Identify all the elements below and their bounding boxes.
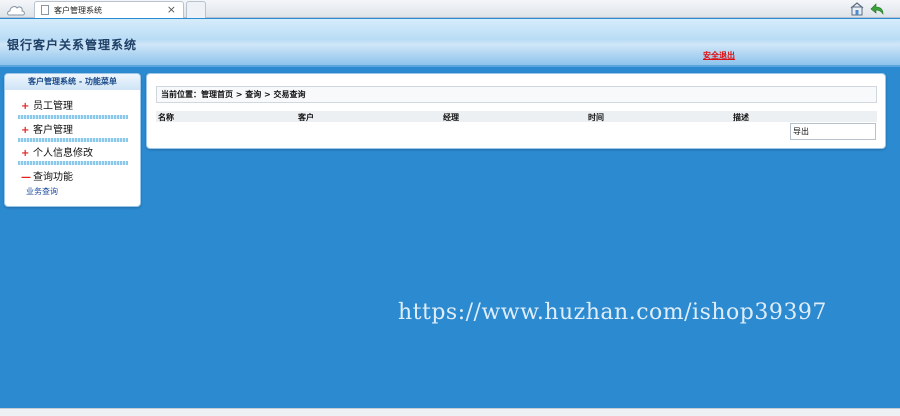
browser-tab[interactable]: 客户管理系统 × (34, 1, 184, 18)
submenu-item-business-query[interactable]: 业务查询 (26, 186, 58, 197)
column-header-name: 名称 (158, 113, 174, 122)
home-icon[interactable] (6, 2, 26, 16)
home-page-icon[interactable] (850, 2, 864, 16)
logout-link[interactable]: 安全退出 (703, 50, 735, 61)
system-header: 银行客户关系管理系统 安全退出 (0, 19, 900, 67)
collapse-icon: — (21, 172, 31, 183)
menu-item-profile[interactable]: + 个人信息修改 (21, 144, 93, 159)
export-button[interactable]: 导出 (790, 123, 876, 140)
expand-icon: + (21, 125, 30, 136)
table-header: 名称 客户 经理 时间 描述 (156, 111, 877, 122)
watermark: https://www.huzhan.com/ishop39397 (398, 300, 827, 325)
menu-divider (18, 161, 128, 165)
browser-status-bar (0, 408, 900, 416)
menu-item-query[interactable]: — 查询功能 (21, 168, 73, 183)
back-arrow-icon[interactable] (870, 2, 884, 16)
menu-divider (18, 138, 128, 142)
column-header-time: 时间 (588, 113, 604, 122)
menu-item-label: 员工管理 (33, 101, 73, 112)
expand-icon: + (21, 148, 30, 159)
browser-tab-strip: 客户管理系统 × (0, 0, 900, 18)
system-title: 银行客户关系管理系统 (7, 38, 138, 52)
menu-title: 客户管理系统 - 功能菜单 (5, 74, 140, 90)
close-icon[interactable]: × (167, 3, 176, 16)
new-tab-button[interactable] (186, 1, 206, 18)
content-panel: 当前位置：管理首页 > 查询 > 交易查询 名称 客户 经理 时间 描述 导出 (146, 73, 886, 149)
menu-item-customer[interactable]: + 客户管理 (21, 121, 73, 136)
breadcrumb: 当前位置：管理首页 > 查询 > 交易查询 (156, 86, 877, 103)
column-header-manager: 经理 (443, 113, 459, 122)
expand-icon: + (21, 101, 30, 112)
menu-item-label: 查询功能 (33, 172, 73, 183)
menu-item-label: 个人信息修改 (33, 148, 93, 159)
menu-divider (18, 115, 128, 119)
column-header-description: 描述 (733, 113, 749, 122)
function-menu: 客户管理系统 - 功能菜单 + 员工管理 + 客户管理 + 个人信息修改 — 查询功能 … (4, 73, 141, 207)
menu-item-label: 客户管理 (33, 125, 73, 136)
column-header-customer: 客户 (298, 113, 314, 122)
menu-item-employee[interactable]: + 员工管理 (21, 97, 73, 112)
page-icon (41, 5, 49, 15)
tab-title: 客户管理系统 (54, 6, 102, 15)
